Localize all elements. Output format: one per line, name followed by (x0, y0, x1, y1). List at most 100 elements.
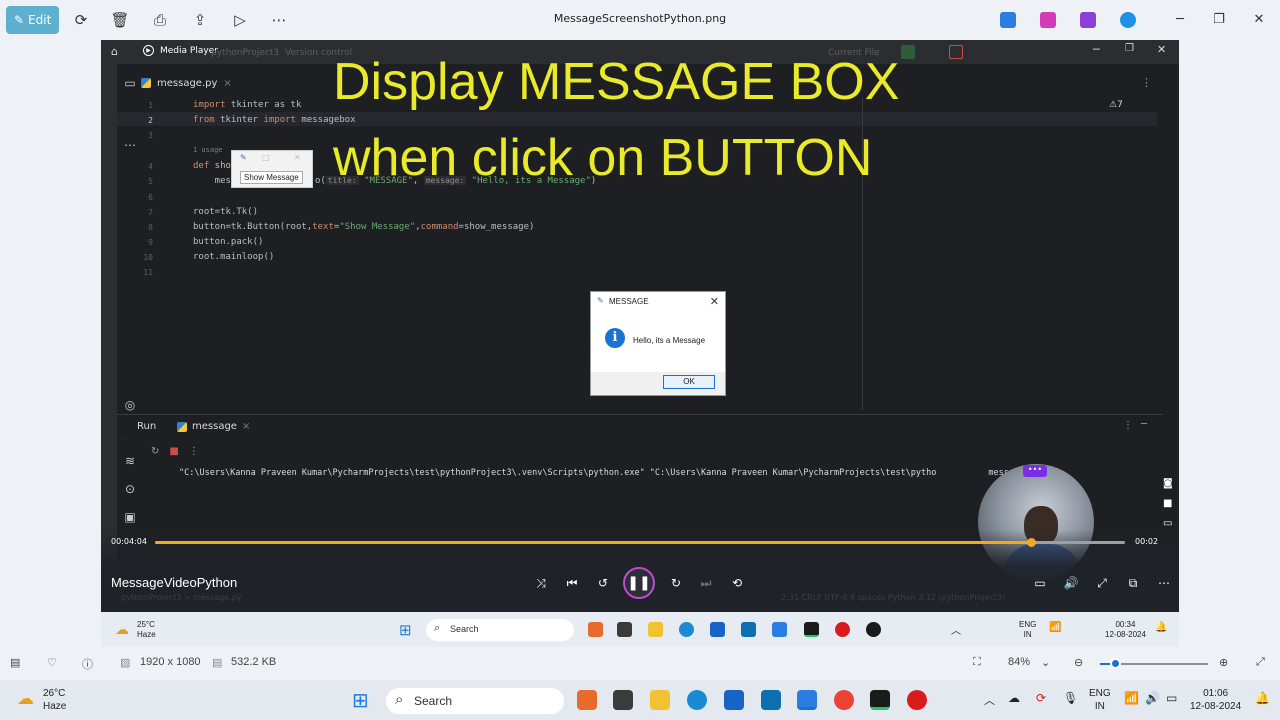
file-explorer-icon[interactable] (650, 690, 670, 710)
video-taskbar: ☁ 25°C Haze ⊞ ⌕ Search ︿ ENG IN 📶 00:34 … (101, 612, 1179, 647)
edge-icon (679, 622, 694, 637)
fullscreen-icon[interactable]: ⤢ (1094, 575, 1110, 591)
fit-to-window-icon[interactable]: ⛶ (973, 656, 981, 669)
ide-minimize-icon: ─ (1093, 43, 1100, 56)
weather-icon[interactable]: ☁ (17, 689, 34, 709)
designer-app-icon[interactable] (1040, 12, 1056, 28)
zoom-in-icon[interactable]: ⊕ (1219, 656, 1228, 669)
zoom-value[interactable]: 84% (1008, 656, 1030, 668)
pycharm-window: ⌂ ▶ Media Player pythonProject3 Version … (101, 40, 1179, 607)
next-icon[interactable]: ⏭ (698, 575, 714, 591)
minimize-icon[interactable]: ─ (1170, 10, 1190, 30)
usage-hint: 1 usage (193, 146, 223, 154)
paint-app-icon[interactable] (1000, 12, 1016, 28)
time-elapsed: 00:04:04 (111, 537, 147, 546)
mini-close-icon: ✕ (294, 153, 301, 162)
webcam-options-icon: ••• (1023, 465, 1047, 477)
home-icon: ⌂ (111, 45, 118, 58)
cloud-icon[interactable]: ☁ (1008, 691, 1020, 705)
store-icon[interactable] (724, 690, 744, 710)
previous-icon[interactable]: ⏮ (564, 575, 580, 591)
volume-icon[interactable]: 🔊 (1145, 691, 1160, 705)
camera-icon: ◙ (1163, 478, 1173, 489)
task-view-icon[interactable] (613, 690, 633, 710)
dell-icon (741, 622, 756, 637)
wifi-icon[interactable]: 📶 (1124, 691, 1139, 705)
photos-toolbar: ✎ Edit ⟳ 🗑 ⎙ ⇪ ▷ ⋯ MessageScreenshotPyth… (0, 0, 1280, 40)
chrome-icon[interactable] (834, 690, 854, 710)
warning-count: ⚠7 (1109, 100, 1123, 110)
run-more-icon: ⋮ (1123, 420, 1133, 431)
file-size: 532.2 KB (231, 656, 277, 668)
language-indicator[interactable]: ENG IN (1089, 687, 1111, 713)
info-icon[interactable]: ⓘ (82, 656, 93, 672)
skip-forward-30-icon[interactable]: ↻ (668, 575, 684, 591)
run-label: Run (137, 421, 157, 432)
system-clock[interactable]: 01:06 12-08-2024 (1190, 687, 1241, 713)
cast-icon[interactable]: ⧉ (1125, 575, 1141, 591)
recorder-tray-icon[interactable]: ⟳ (1036, 691, 1046, 705)
filmstrip-icon[interactable]: ▤ (10, 656, 20, 669)
dialog-close-icon[interactable]: ✕ (710, 295, 719, 308)
zoom-dropdown-icon[interactable]: ⌄ (1041, 656, 1050, 669)
zoom-out-icon[interactable]: ⊖ (1074, 656, 1083, 669)
editor-tab-bar: message.py × (141, 72, 232, 94)
seek-thumb[interactable] (1026, 538, 1036, 547)
clipchamp-app-icon[interactable] (1080, 12, 1096, 28)
onedrive-icon[interactable] (1120, 12, 1136, 28)
layers-icon: ≋ (124, 454, 136, 468)
media-player-icon (866, 622, 881, 637)
weather-widget[interactable]: 26°C Haze (43, 687, 66, 713)
copilot-icon[interactable] (577, 690, 597, 710)
run-panel-header: Run message × ⋮ ─ (117, 414, 1163, 438)
media-player-label: ▶ Media Player (143, 45, 218, 56)
task-view-icon (617, 622, 632, 637)
faint-ide-statusbar: pythonProject3 > message.py 2:31 CRLF UTF… (121, 593, 1006, 602)
video-language: ENG IN (1019, 620, 1037, 639)
video-frame: ⌂ ▶ Media Player pythonProject3 Version … (101, 40, 1179, 647)
notification-icon[interactable]: 🔔 (1255, 691, 1270, 705)
terminal-icon: ▣ (124, 510, 136, 524)
record-icon (835, 622, 850, 637)
dell-icon[interactable] (761, 690, 781, 710)
record-icon[interactable] (907, 690, 927, 710)
photos-bottom-bar: ▤ ♡ ⓘ ▨ 1920 x 1080 ▤ 532.2 KB ⛶ 84% ⌄ ⊖… (0, 648, 1280, 680)
volume-icon[interactable]: 🔊 (1063, 575, 1079, 591)
overlay-title-line-1: Display MESSAGE BOX (333, 53, 900, 111)
run-tab-message[interactable]: message × (177, 421, 250, 432)
edge-icon[interactable] (687, 690, 707, 710)
favorite-icon[interactable]: ♡ (47, 656, 57, 669)
zoom-slider-thumb[interactable] (1110, 658, 1121, 669)
video-name: MessageVideoPython (111, 575, 238, 590)
shuffle-icon[interactable]: ⤨ (533, 575, 549, 591)
maximize-icon[interactable]: ❐ (1209, 10, 1229, 30)
skip-back-10-icon[interactable]: ↺ (595, 575, 611, 591)
pause-button[interactable]: ❚❚ (623, 567, 655, 599)
media-player-icon: ▶ (143, 45, 154, 56)
miniplayer-icon[interactable]: ▭ (1032, 575, 1048, 591)
stop-icon: ■ (169, 446, 179, 457)
run-hide-icon: ─ (1141, 419, 1148, 430)
more-tools-icon: ⋯ (124, 138, 136, 152)
ok-button[interactable]: OK (663, 375, 715, 389)
pycharm-icon[interactable] (870, 690, 890, 710)
fullscreen-icon[interactable]: ⤢ (1256, 656, 1265, 669)
code-line-7: root=tk.Tk() (193, 207, 259, 217)
image-resolution: 1920 x 1080 (140, 656, 201, 668)
tabs-more-icon: ⋮ (1141, 76, 1152, 89)
windows-start-icon[interactable]: ⊞ (352, 688, 369, 713)
store-icon (710, 622, 725, 637)
show-message-button[interactable]: Show Message (240, 171, 303, 184)
dialog-title-bar: ✎ MESSAGE ✕ (591, 292, 725, 312)
battery-icon[interactable]: ▭ (1166, 691, 1177, 705)
close-icon[interactable]: ✕ (1249, 10, 1269, 30)
tray-chevron-icon[interactable]: ︿ (984, 692, 995, 708)
player-more-icon[interactable]: ⋯ (1156, 575, 1172, 591)
pycharm-icon (804, 622, 819, 637)
tk-mini-window: ✎ □ ✕ Show Message (231, 150, 313, 188)
microphone-icon[interactable]: 🎙 (1063, 691, 1078, 705)
dialog-body: i Hello, its a Message (591, 312, 725, 372)
repeat-icon[interactable]: ⟲ (729, 575, 745, 591)
photos-icon[interactable] (797, 690, 817, 710)
taskbar-search[interactable]: ⌕ Search (386, 688, 564, 714)
